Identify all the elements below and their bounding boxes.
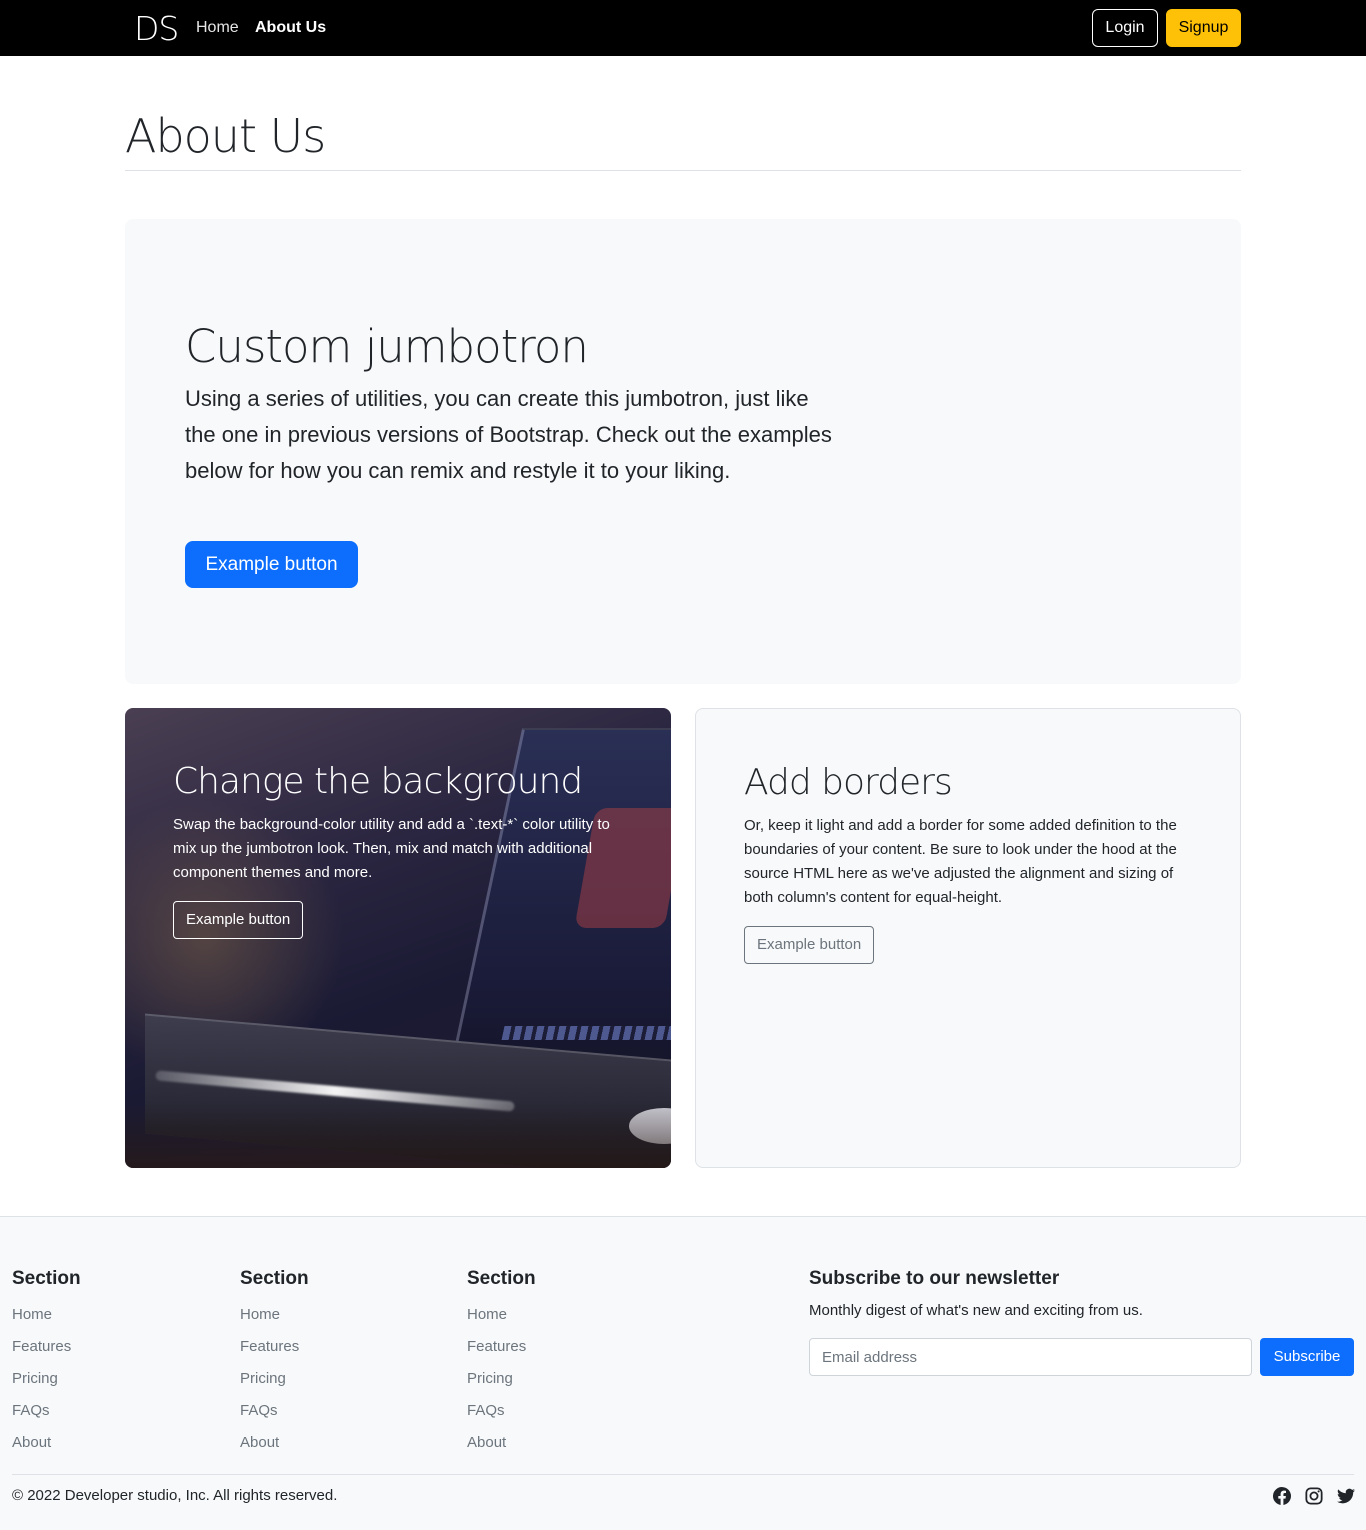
footer-link-faqs[interactable]: FAQs [240, 1395, 309, 1427]
footer-link-faqs[interactable]: FAQs [12, 1395, 81, 1427]
navbar: DS Home About Us Login Signup [0, 0, 1366, 56]
change-background-card: Change the background Swap the backgroun… [125, 708, 671, 1168]
footer-divider [12, 1474, 1354, 1475]
brand-logo[interactable]: DS [134, 9, 179, 49]
footer-link-features[interactable]: Features [240, 1331, 309, 1363]
change-background-content: Change the background Swap the backgroun… [173, 758, 633, 939]
title-divider [125, 170, 1241, 171]
laptop-dock-image [501, 1026, 671, 1040]
footer-link-pricing[interactable]: Pricing [12, 1363, 81, 1395]
add-borders-content: Add borders Or, keep it light and add a … [744, 759, 1204, 964]
change-background-example-button[interactable]: Example button [173, 901, 304, 939]
footer-link-list: Home Features Pricing FAQs About [12, 1299, 81, 1459]
footer-link-home[interactable]: Home [12, 1299, 81, 1331]
footer-link-home[interactable]: Home [240, 1299, 309, 1331]
add-borders-example-button[interactable]: Example button [744, 926, 875, 964]
signup-button[interactable]: Signup [1166, 9, 1241, 47]
table-shade [125, 1103, 671, 1168]
footer-link-about[interactable]: About [240, 1427, 309, 1459]
copyright-text: © 2022 Developer studio, Inc. All rights… [12, 1487, 338, 1504]
footer: Section Home Features Pricing FAQs About… [0, 1216, 1366, 1530]
add-borders-text: Or, keep it light and add a border for s… [744, 817, 1177, 906]
instagram-icon[interactable] [1305, 1487, 1323, 1505]
jumbotron-title: Custom jumbotron [185, 320, 589, 373]
footer-link-faqs[interactable]: FAQs [467, 1395, 536, 1427]
subscribe-button[interactable]: Subscribe [1260, 1338, 1354, 1376]
jumbotron: Custom jumbotron Using a series of utili… [125, 219, 1241, 684]
jumbotron-example-button[interactable]: Example button [185, 541, 358, 588]
footer-link-list: Home Features Pricing FAQs About [240, 1299, 309, 1459]
footer-section-heading: Section [240, 1268, 309, 1289]
nav-link-home[interactable]: Home [196, 18, 239, 38]
footer-section-heading: Section [467, 1268, 536, 1289]
nav-link-about-us[interactable]: About Us [255, 18, 326, 38]
newsletter-form: Subscribe [809, 1338, 1354, 1376]
footer-section-3: Section Home Features Pricing FAQs About [467, 1267, 536, 1459]
twitter-icon[interactable] [1337, 1487, 1355, 1505]
login-button[interactable]: Login [1092, 9, 1158, 47]
footer-link-about[interactable]: About [12, 1427, 81, 1459]
footer-link-features[interactable]: Features [467, 1331, 536, 1363]
newsletter-subtext: Monthly digest of what's new and excitin… [809, 1302, 1143, 1319]
footer-link-pricing[interactable]: Pricing [240, 1363, 309, 1395]
footer-link-home[interactable]: Home [467, 1299, 536, 1331]
jumbotron-text: Using a series of utilities, you can cre… [185, 386, 832, 483]
facebook-icon[interactable] [1273, 1487, 1291, 1505]
change-background-text: Swap the background-color utility and ad… [173, 816, 610, 881]
add-borders-title: Add borders [744, 762, 953, 803]
newsletter-heading: Subscribe to our newsletter [809, 1268, 1060, 1289]
footer-section-heading: Section [12, 1268, 81, 1289]
footer-link-features[interactable]: Features [12, 1331, 81, 1363]
add-borders-card: Add borders Or, keep it light and add a … [695, 708, 1241, 1168]
footer-link-about[interactable]: About [467, 1427, 536, 1459]
newsletter: Subscribe to our newsletter Monthly dige… [809, 1267, 1354, 1376]
email-input[interactable] [809, 1338, 1252, 1376]
page-title: About Us [125, 109, 326, 163]
change-background-title: Change the background [173, 761, 583, 802]
footer-link-pricing[interactable]: Pricing [467, 1363, 536, 1395]
footer-section-1: Section Home Features Pricing FAQs About [12, 1267, 81, 1459]
footer-section-2: Section Home Features Pricing FAQs About [240, 1267, 309, 1459]
footer-link-list: Home Features Pricing FAQs About [467, 1299, 536, 1459]
